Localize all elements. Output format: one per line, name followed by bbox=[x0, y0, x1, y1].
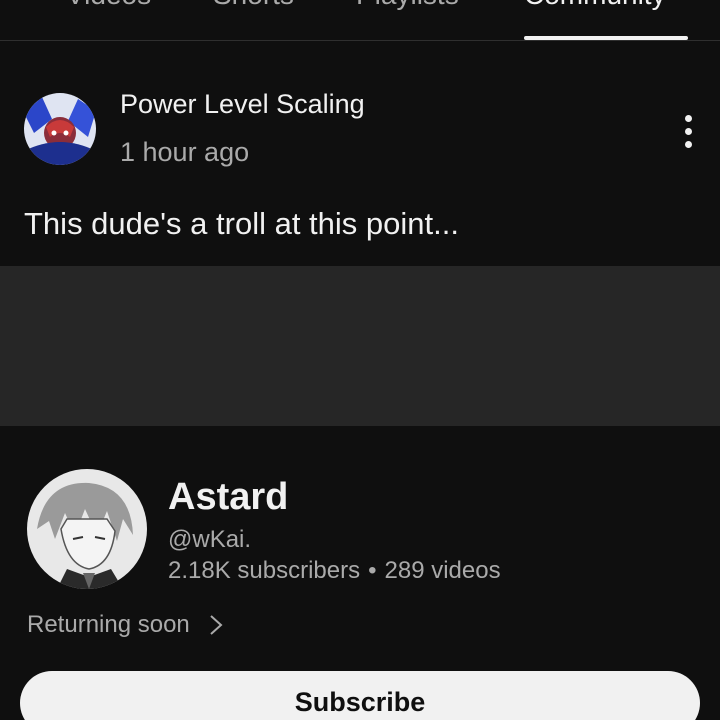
channel-name[interactable]: Astard bbox=[168, 476, 288, 519]
tab-videos[interactable]: Videos bbox=[66, 0, 151, 12]
returning-soon-label: Returning soon bbox=[27, 611, 190, 638]
community-page: Videos Shorts Playlists Community Power … bbox=[0, 0, 720, 720]
post-channel-name[interactable]: Power Level Scaling bbox=[120, 89, 365, 120]
post-media-placeholder[interactable] bbox=[0, 266, 720, 426]
post-timestamp: 1 hour ago bbox=[120, 137, 250, 167]
channel-stats: 2.18K subscribers • 289 videos bbox=[168, 557, 501, 585]
tab-playlists[interactable]: Playlists bbox=[356, 0, 459, 12]
chevron-right-icon bbox=[210, 615, 223, 635]
post-text: This dude's a troll at this point... bbox=[24, 206, 459, 241]
tab-community[interactable]: Community bbox=[524, 0, 666, 12]
community-post: Power Level Scaling 1 hour ago This dude… bbox=[0, 41, 720, 266]
returning-soon-link[interactable]: Returning soon bbox=[27, 610, 224, 640]
video-count: 289 videos bbox=[384, 557, 501, 584]
channel-tabs: Videos Shorts Playlists Community bbox=[0, 0, 720, 41]
channel-card: Astard @wKai. 2.18K subscribers • 289 vide… bbox=[0, 426, 720, 720]
subscriber-count: 2.18K subscribers bbox=[168, 557, 361, 584]
channel-handle: @wKai. bbox=[168, 526, 252, 553]
active-tab-indicator bbox=[524, 36, 688, 40]
stats-separator: • bbox=[368, 557, 377, 584]
post-channel-avatar[interactable] bbox=[24, 93, 96, 165]
more-options-icon[interactable] bbox=[672, 111, 704, 151]
subscribe-button[interactable]: Subscribe bbox=[20, 671, 700, 720]
channel-avatar[interactable] bbox=[27, 469, 147, 589]
tab-shorts[interactable]: Shorts bbox=[213, 0, 294, 12]
